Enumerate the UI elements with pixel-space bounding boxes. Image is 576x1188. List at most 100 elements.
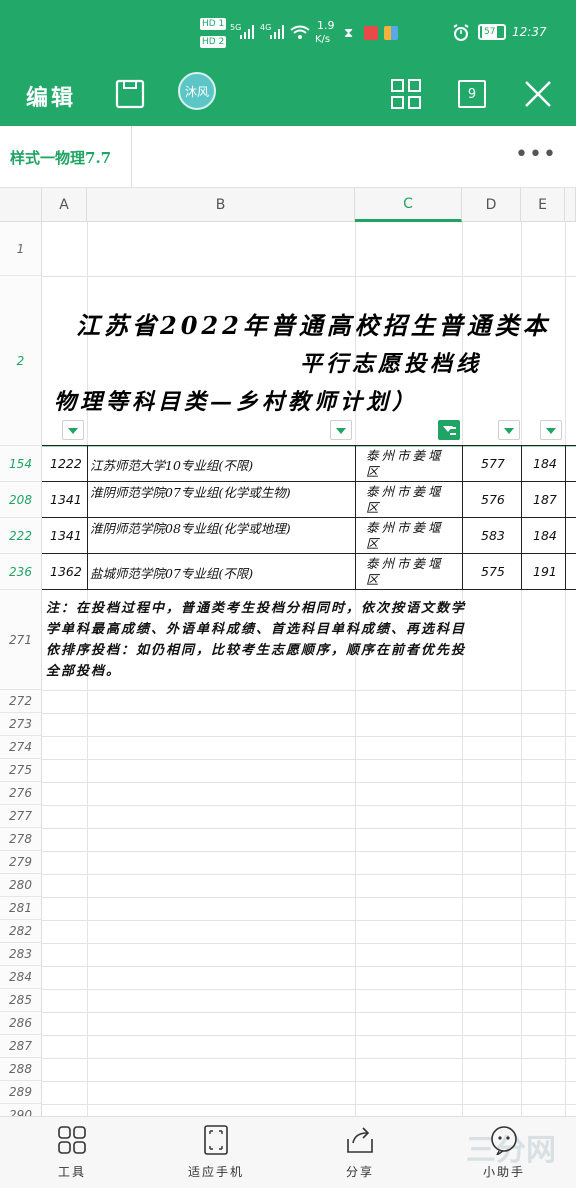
column-header-b[interactable]: B bbox=[87, 188, 355, 222]
cell-b[interactable]: 淮阴师范学院08专业组(化学或地理) bbox=[90, 520, 352, 554]
row-header[interactable]: 271 bbox=[0, 590, 42, 690]
column-header-e[interactable]: E bbox=[521, 188, 565, 222]
column-header-c[interactable]: C bbox=[355, 188, 462, 222]
column-header-d[interactable]: D bbox=[462, 188, 521, 222]
row-header[interactable]: 2 bbox=[0, 276, 42, 446]
table-border bbox=[565, 445, 566, 590]
column-header-a[interactable]: A bbox=[42, 188, 87, 222]
hd2-badge: HD 2 bbox=[200, 36, 227, 48]
assistant-button[interactable]: 小助手 bbox=[454, 1123, 554, 1185]
cell-b[interactable]: 江苏师范大学10专业组(不限) bbox=[90, 455, 352, 474]
tools-label: 工具 bbox=[57, 1165, 86, 1179]
gridline bbox=[42, 1081, 576, 1082]
gridline bbox=[42, 446, 576, 447]
row-header[interactable]: 284 bbox=[0, 966, 42, 989]
avatar[interactable]: 沐风 bbox=[178, 72, 216, 110]
table-border bbox=[87, 445, 88, 590]
cell-a[interactable]: 1341 bbox=[50, 492, 82, 507]
column-header-f[interactable] bbox=[565, 188, 576, 222]
network-speed: 1.9 bbox=[317, 19, 335, 32]
row-header[interactable]: 272 bbox=[0, 690, 42, 713]
row-header[interactable]: 273 bbox=[0, 713, 42, 736]
edit-button[interactable]: 编辑 bbox=[26, 80, 76, 112]
row-header[interactable]: 236 bbox=[0, 554, 42, 590]
cell-b[interactable]: 淮阴师范学院07专业组(化学或生物) bbox=[90, 484, 352, 518]
grid-view-icon[interactable] bbox=[384, 72, 428, 116]
row-header[interactable]: 287 bbox=[0, 1035, 42, 1058]
cell-a[interactable]: 1341 bbox=[50, 528, 82, 543]
filter-active-c[interactable] bbox=[438, 420, 460, 440]
cell-c[interactable]: 泰州市姜堰区 bbox=[366, 484, 456, 516]
close-icon[interactable] bbox=[516, 72, 560, 116]
row-header[interactable]: 276 bbox=[0, 782, 42, 805]
table-border bbox=[42, 445, 576, 446]
row-header[interactable]: 277 bbox=[0, 805, 42, 828]
row-header[interactable]: 154 bbox=[0, 446, 42, 482]
cell-a[interactable]: 1362 bbox=[50, 564, 82, 579]
cell-e[interactable]: 191 bbox=[533, 564, 557, 579]
select-all-corner[interactable] bbox=[0, 188, 42, 222]
row-header[interactable]: 280 bbox=[0, 874, 42, 897]
cell-c[interactable]: 泰州市姜堰区 bbox=[366, 556, 456, 588]
row-header[interactable]: 285 bbox=[0, 989, 42, 1012]
cell-a[interactable]: 1222 bbox=[50, 456, 82, 471]
battery-icon: 57 bbox=[478, 24, 506, 40]
wifi-icon bbox=[290, 24, 310, 43]
tab-count-button[interactable]: 9 bbox=[450, 72, 494, 116]
gridline bbox=[42, 828, 576, 829]
table-border bbox=[462, 445, 463, 590]
hd1-badge: HD 1 bbox=[200, 18, 227, 30]
row-header[interactable]: 222 bbox=[0, 518, 42, 554]
book-app-icon bbox=[364, 26, 378, 40]
row-header[interactable]: 278 bbox=[0, 828, 42, 851]
more-options-button[interactable]: ••• bbox=[515, 142, 556, 167]
cell-d[interactable]: 583 bbox=[481, 528, 505, 543]
cell-e[interactable]: 184 bbox=[533, 528, 557, 543]
network-speed-unit: K/s bbox=[315, 34, 331, 45]
sheet-tab-active[interactable]: 样式一物理7.7 bbox=[0, 126, 132, 188]
cell-b[interactable]: 盐城师范学院07专业组(不限) bbox=[90, 563, 352, 582]
row-header[interactable]: 1 bbox=[0, 222, 42, 276]
gridline bbox=[42, 1104, 576, 1105]
row-header[interactable]: 279 bbox=[0, 851, 42, 874]
signal-bars-icon bbox=[240, 24, 256, 43]
share-button[interactable]: 分享 bbox=[310, 1123, 410, 1185]
row-header[interactable]: 290 bbox=[0, 1104, 42, 1116]
fit-screen-icon bbox=[199, 1123, 233, 1157]
row-header[interactable]: 288 bbox=[0, 1058, 42, 1081]
row-header[interactable]: 274 bbox=[0, 736, 42, 759]
footnote-line: 全部投档。 bbox=[46, 664, 122, 679]
cell-d[interactable]: 576 bbox=[481, 492, 505, 507]
cell-c[interactable]: 泰州市姜堰区 bbox=[366, 448, 456, 480]
filter-dropdown-d[interactable] bbox=[498, 420, 520, 440]
tools-button[interactable]: 工具 bbox=[22, 1123, 122, 1185]
row-header[interactable]: 282 bbox=[0, 920, 42, 943]
spreadsheet-grid[interactable]: A B C D E 1 2 154 208 222 236 271 272 273… bbox=[0, 188, 576, 1116]
cell-e[interactable]: 187 bbox=[533, 492, 557, 507]
row-header[interactable]: 283 bbox=[0, 943, 42, 966]
row-header[interactable]: 208 bbox=[0, 482, 42, 518]
filter-dropdown-a[interactable] bbox=[62, 420, 84, 440]
cell-d[interactable]: 575 bbox=[481, 564, 505, 579]
row-header[interactable]: 289 bbox=[0, 1081, 42, 1104]
gridline bbox=[42, 874, 576, 875]
row-header[interactable]: 281 bbox=[0, 897, 42, 920]
fit-phone-button[interactable]: 适应手机 bbox=[166, 1123, 266, 1185]
cell-d[interactable]: 577 bbox=[481, 456, 505, 471]
status-bar: HD 1 HD 2 5G 4G 1.9 K/s ⧗ 57 12:37 bbox=[0, 0, 576, 62]
cell-c[interactable]: 泰州市姜堰区 bbox=[366, 520, 456, 552]
footnote-line: 学单科最高成绩、外语单科成绩、首选科目单科成绩、再选科目 bbox=[46, 622, 467, 637]
title-line-1: 江苏省2022年普通高校招生普通类本 bbox=[76, 311, 551, 340]
cell-e[interactable]: 184 bbox=[533, 456, 557, 471]
gridline bbox=[42, 805, 576, 806]
row-header[interactable]: 275 bbox=[0, 759, 42, 782]
assistant-label: 小助手 bbox=[482, 1165, 525, 1179]
sheet-tab-bar: 样式一物理7.7 ••• bbox=[0, 126, 576, 188]
save-icon[interactable] bbox=[108, 72, 152, 116]
tools-icon bbox=[55, 1123, 89, 1157]
battery-level: 57 bbox=[482, 26, 498, 38]
row-header[interactable]: 286 bbox=[0, 1012, 42, 1035]
filter-dropdown-b[interactable] bbox=[330, 420, 352, 440]
filter-lines-icon bbox=[450, 427, 456, 435]
filter-dropdown-e[interactable] bbox=[540, 420, 562, 440]
